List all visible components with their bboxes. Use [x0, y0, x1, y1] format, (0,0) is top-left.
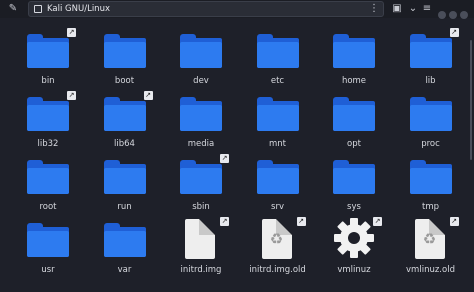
folder-icon [27, 97, 69, 131]
symlink-arrow-icon: ↗ [296, 217, 306, 226]
file-item-boot[interactable]: boot [87, 24, 163, 88]
file-item-srv[interactable]: srv [240, 150, 316, 214]
file-item-tmp[interactable]: tmp [393, 150, 469, 214]
menu-icon[interactable]: ≡ [420, 2, 434, 16]
folder-icon [27, 223, 69, 257]
file-item-home[interactable]: home [316, 24, 392, 88]
file-item-bin[interactable]: ↗ bin [10, 24, 86, 88]
folder-icon [180, 97, 222, 131]
file-item-label: tmp [421, 202, 439, 212]
file-item-label: lib [425, 76, 436, 86]
file-item-label: home [341, 76, 367, 86]
symlink-arrow-icon: ↗ [449, 217, 459, 226]
file-item-label: lib64 [114, 139, 135, 149]
file-item-label: initrd.img [180, 265, 222, 275]
view-options-icon[interactable]: ⌄ [406, 2, 420, 16]
symlink-arrow-icon: ↗ [220, 154, 229, 163]
folder-icon [27, 34, 69, 68]
file-item-run[interactable]: run [87, 150, 163, 214]
folder-icon [27, 160, 69, 194]
file-item-media[interactable]: media [163, 87, 239, 151]
file-item-dev[interactable]: dev [163, 24, 239, 88]
file-item-etc[interactable]: etc [240, 24, 316, 88]
folder-icon [409, 160, 452, 194]
file-item-label: initrd.img.old [249, 265, 306, 275]
symlink-arrow-icon: ↗ [143, 91, 153, 100]
archive-file-icon: ♻ [414, 219, 445, 259]
folder-icon [256, 97, 299, 131]
file-item-label: usr [41, 265, 55, 275]
file-item-lib64[interactable]: ↗ lib64 [87, 87, 163, 151]
folder-icon [103, 160, 146, 194]
folder-icon [333, 160, 375, 194]
file-item-root[interactable]: root [10, 150, 86, 214]
symlink-arrow-icon: ↗ [220, 217, 229, 226]
header-bar: ✎ Kali GNU/Linux ⋮ ▣ ⌄ ≡ [0, 0, 474, 19]
file-item-label: bin [41, 76, 55, 86]
file-item-label: lib32 [37, 139, 59, 149]
file-item-vmlinuz[interactable]: ↗ vmlinuz [316, 213, 392, 277]
file-item-var[interactable]: var [87, 213, 163, 277]
symlink-arrow-icon: ↗ [67, 28, 76, 37]
file-item-label: boot [114, 76, 135, 86]
folder-icon [103, 97, 146, 131]
folder-icon [333, 97, 375, 131]
folder-icon [256, 160, 299, 194]
file-item-label: sbin [192, 202, 210, 212]
file-item-label: run [117, 202, 132, 212]
file-item-label: var [117, 265, 132, 275]
executable-gear-icon [334, 218, 374, 258]
folder-icon [409, 97, 452, 131]
file-item-label: opt [347, 139, 361, 149]
file-item-initrd-img-old[interactable]: ♻ ↗ initrd.img.old [240, 213, 316, 277]
file-item-label: mnt [269, 139, 286, 149]
folder-icon [180, 160, 222, 194]
folder-icon [180, 34, 222, 68]
folder-icon [103, 223, 146, 257]
file-item-opt[interactable]: opt [316, 87, 392, 151]
folder-icon [103, 34, 146, 68]
file-item-label: dev [193, 76, 209, 86]
file-item-usr[interactable]: usr [10, 213, 86, 277]
close-button[interactable] [460, 11, 468, 19]
location-path: Kali GNU/Linux [47, 4, 110, 14]
symlink-arrow-icon: ↗ [67, 91, 76, 100]
drive-icon [34, 5, 42, 13]
folder-icon [333, 34, 375, 68]
file-item-lib[interactable]: ↗ lib [393, 24, 469, 88]
scrollbar[interactable] [470, 40, 472, 160]
file-item-mnt[interactable]: mnt [240, 87, 316, 151]
file-item-lib32[interactable]: ↗ lib32 [10, 87, 86, 151]
window-controls [435, 4, 468, 23]
file-item-proc[interactable]: proc [393, 87, 469, 151]
file-item-sbin[interactable]: ↗ sbin [163, 150, 239, 214]
file-item-sys[interactable]: sys [316, 150, 392, 214]
file-item-label: proc [421, 139, 440, 149]
file-item-label: root [39, 202, 57, 212]
symlink-arrow-icon: ↗ [373, 217, 382, 226]
file-grid: ↗ bin boot dev etc home ↗ lib ↗ lib32 ↗ lib64 media m… [10, 24, 468, 292]
archive-file-icon: ♻ [261, 219, 292, 259]
new-folder-icon[interactable]: ▣ [390, 2, 404, 16]
minimize-button[interactable] [438, 11, 446, 19]
file-item-label: etc [270, 76, 285, 86]
symlink-arrow-icon: ↗ [449, 28, 459, 37]
file-item-label: vmlinuz.old [406, 265, 455, 275]
folder-icon [256, 34, 299, 68]
file-item-label: sys [347, 202, 361, 212]
edit-path-icon[interactable]: ✎ [6, 2, 20, 16]
file-item-initrd-img[interactable]: ↗ initrd.img [163, 213, 239, 277]
folder-icon [409, 34, 452, 68]
search-icon[interactable]: ⋮ [369, 3, 379, 14]
maximize-button[interactable] [449, 11, 457, 19]
file-item-vmlinuz-old[interactable]: ♻ ↗ vmlinuz.old [393, 213, 469, 277]
file-item-label: media [187, 139, 215, 149]
file-item-label: srv [271, 202, 284, 212]
file-icon [185, 219, 215, 259]
file-item-label: vmlinuz [337, 265, 371, 275]
location-bar[interactable]: Kali GNU/Linux ⋮ [28, 1, 384, 17]
